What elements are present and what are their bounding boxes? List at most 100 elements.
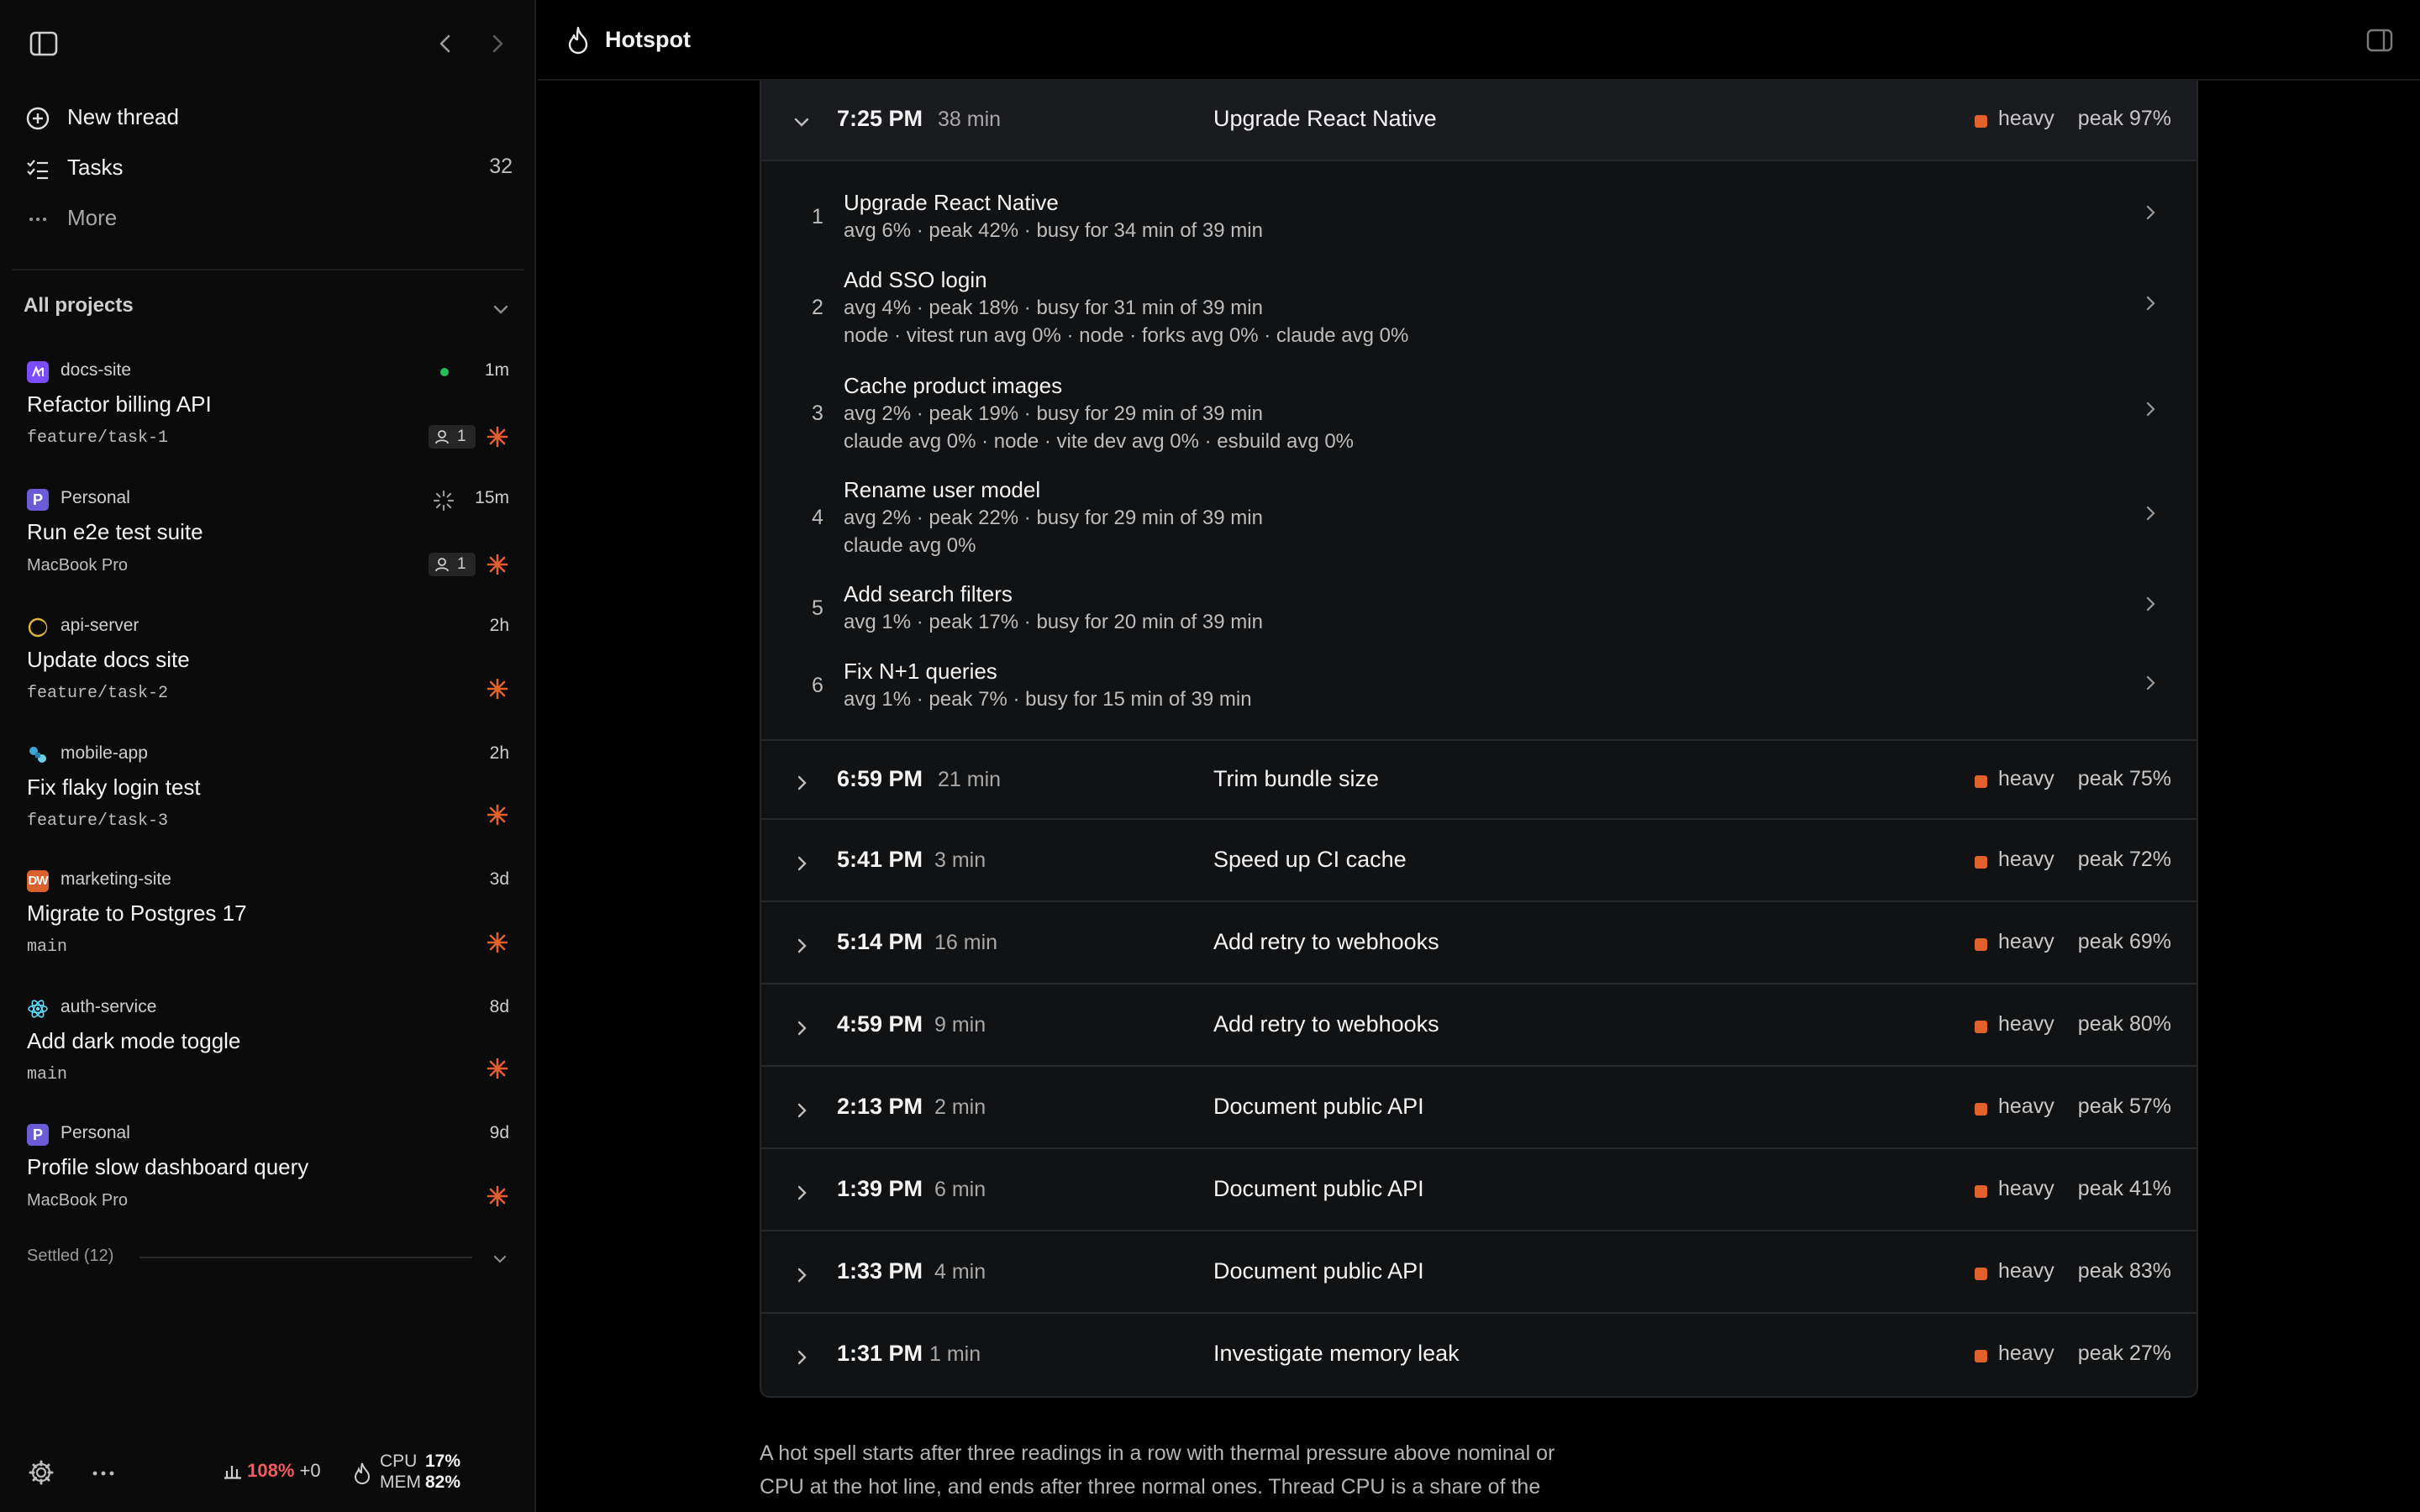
spell-name: Document public API: [1213, 1094, 1424, 1119]
more-dots-icon[interactable]: [89, 1465, 118, 1482]
sidebar-toggle-icon[interactable]: [27, 27, 60, 60]
project-name: Personal: [60, 1123, 130, 1142]
forward-icon[interactable]: [481, 27, 514, 60]
burst-icon: [487, 1185, 508, 1207]
project-letter-icon: DW: [27, 870, 49, 892]
new-thread-label: New thread: [67, 104, 179, 129]
new-thread-button[interactable]: New thread: [25, 97, 513, 139]
thread-item[interactable]: P Personal 15m Run e2e test suite MacBoo…: [0, 479, 536, 605]
hot-spell-row[interactable]: 6:59 PM 21 min Trim bundle size heavy pe…: [761, 739, 2196, 820]
spell-peak: peak 80%: [2077, 1012, 2171, 1036]
thread-item[interactable]: P Personal 9d Profile slow dashboard que…: [0, 1114, 536, 1240]
hot-spell-row[interactable]: 4:59 PM 9 min Add retry to webhooks heav…: [761, 986, 2196, 1067]
thread-item[interactable]: docs-site 1m Refactor billing API featur…: [0, 351, 536, 477]
spell-name: Investigate memory leak: [1213, 1341, 1460, 1366]
hot-spell-row[interactable]: 1:39 PM 6 min Document public API heavy …: [761, 1151, 2196, 1231]
cpu-value: 17%: [425, 1452, 461, 1471]
task-stats: avg 1% · peak 17% · busy for 20 min of 3…: [844, 611, 1263, 633]
tasks-button[interactable]: Tasks 32: [25, 148, 513, 190]
hot-spell-row[interactable]: 5:41 PM 3 min Speed up CI cache heavy pe…: [761, 822, 2196, 902]
thread-item[interactable]: DW marketing-site 3d Migrate to Postgres…: [0, 860, 536, 986]
mem-value: 82%: [425, 1473, 461, 1492]
sidebar: New thread Tasks 32 More All projects do…: [0, 0, 536, 1512]
thread-branch: main: [27, 1065, 68, 1084]
thread-item[interactable]: mobile-app 2h Fix flaky login test featu…: [0, 734, 536, 860]
spell-time: 4:59 PM: [837, 1011, 923, 1037]
more-dots-icon: [29, 218, 46, 221]
task-name: Cache product images: [844, 373, 1063, 398]
chevron-right-icon[interactable]: [2139, 292, 2161, 314]
project-name: Personal: [60, 488, 130, 507]
all-projects-heading[interactable]: All projects: [24, 294, 134, 318]
project-name: mobile-app: [60, 743, 148, 763]
gear-icon[interactable]: [27, 1458, 55, 1487]
chevron-right-icon[interactable]: [792, 853, 812, 874]
project-letter-icon: P: [27, 489, 49, 511]
task-name: Upgrade React Native: [844, 190, 1059, 215]
chevron-right-icon[interactable]: [792, 1347, 812, 1368]
thread-item[interactable]: auth-service 8d Add dark mode toggle mai…: [0, 988, 536, 1114]
spell-time: 5:14 PM: [837, 929, 923, 954]
chevron-right-icon[interactable]: [792, 936, 812, 956]
hot-spell-row[interactable]: 5:14 PM 16 min Add retry to webhooks hea…: [761, 904, 2196, 984]
chevron-right-icon[interactable]: [2139, 398, 2161, 420]
cpu-mem-stat[interactable]: CPU 17% MEM 82%: [351, 1450, 502, 1497]
plus-circle-icon: [26, 107, 50, 130]
spell-peak: peak 57%: [2077, 1095, 2171, 1118]
flame-icon: [354, 1462, 371, 1485]
burst-icon: [487, 804, 508, 826]
hot-spell-row[interactable]: 2:13 PM 2 min Document public API heavy …: [761, 1068, 2196, 1149]
hot-spells-list: 7:25 PM 38 min Upgrade React Native heav…: [760, 81, 2198, 1398]
spell-duration: 1 min: [929, 1342, 981, 1366]
chevron-right-icon[interactable]: [792, 773, 812, 793]
task-name: Rename user model: [844, 477, 1041, 502]
tasks-count: 32: [489, 155, 513, 178]
chevron-right-icon[interactable]: [2139, 202, 2161, 223]
load-delta: +0: [299, 1460, 321, 1481]
thread-branch: feature/task-2: [27, 684, 169, 703]
project-name: docs-site: [60, 360, 132, 380]
spell-name: Document public API: [1213, 1176, 1424, 1201]
chevron-right-icon[interactable]: [792, 1183, 812, 1203]
project-name: marketing-site: [60, 869, 171, 889]
burst-icon: [487, 554, 508, 575]
settled-toggle[interactable]: Settled (12): [27, 1247, 113, 1266]
chevron-down-icon[interactable]: [792, 113, 812, 133]
chevron-down-icon[interactable]: [489, 297, 513, 321]
ring-logo-icon: [28, 617, 48, 638]
back-icon[interactable]: [429, 27, 462, 60]
spell-time: 7:25 PM: [837, 106, 923, 131]
chevron-right-icon[interactable]: [792, 1100, 812, 1121]
task-processes: claude avg 0% · node · vite dev avg 0% ·…: [844, 430, 1355, 453]
thread-item[interactable]: api-server 2h Update docs site feature/t…: [0, 606, 536, 732]
thread-title: Refactor billing API: [27, 391, 212, 417]
sidebar-divider: [12, 269, 524, 270]
chevron-right-icon[interactable]: [2139, 502, 2161, 524]
agent-count-badge: 1: [429, 425, 476, 449]
chevron-right-icon[interactable]: [2139, 672, 2161, 694]
checklist-icon: [27, 160, 48, 180]
thread-title: Update docs site: [27, 647, 190, 672]
thread-branch: feature/task-3: [27, 811, 169, 831]
chevron-right-icon[interactable]: [792, 1018, 812, 1038]
load-stat[interactable]: 108% +0: [224, 1460, 321, 1482]
load-percent: 108%: [247, 1460, 295, 1481]
right-panel-toggle-icon[interactable]: [2365, 25, 2395, 55]
spell-name: Upgrade React Native: [1213, 106, 1437, 131]
spell-time: 1:31 PM: [837, 1341, 923, 1366]
heat-level: heavy: [1998, 1259, 2054, 1283]
hot-spell-row[interactable]: 1:33 PM 4 min Document public API heavy …: [761, 1233, 2196, 1314]
chevron-right-icon[interactable]: [792, 1265, 812, 1285]
chevron-down-icon[interactable]: [489, 1248, 511, 1270]
heat-indicator: [1975, 1103, 1987, 1116]
hot-spell-row[interactable]: 1:31 PM 1 min Investigate memory leak he…: [761, 1315, 2196, 1396]
heat-level: heavy: [1998, 848, 2054, 871]
hot-spell-row-expanded[interactable]: 7:25 PM 38 min Upgrade React Native heav…: [761, 81, 2196, 161]
task-name: Fix N+1 queries: [844, 659, 997, 684]
task-stats: avg 2% · peak 22% · busy for 29 min of 3…: [844, 507, 1263, 529]
puzzle-logo-icon: [29, 747, 46, 763]
chevron-right-icon[interactable]: [2139, 593, 2161, 615]
more-button[interactable]: More: [25, 198, 513, 240]
project-letter-icon: P: [27, 1124, 49, 1146]
project-name: auth-service: [60, 997, 157, 1016]
